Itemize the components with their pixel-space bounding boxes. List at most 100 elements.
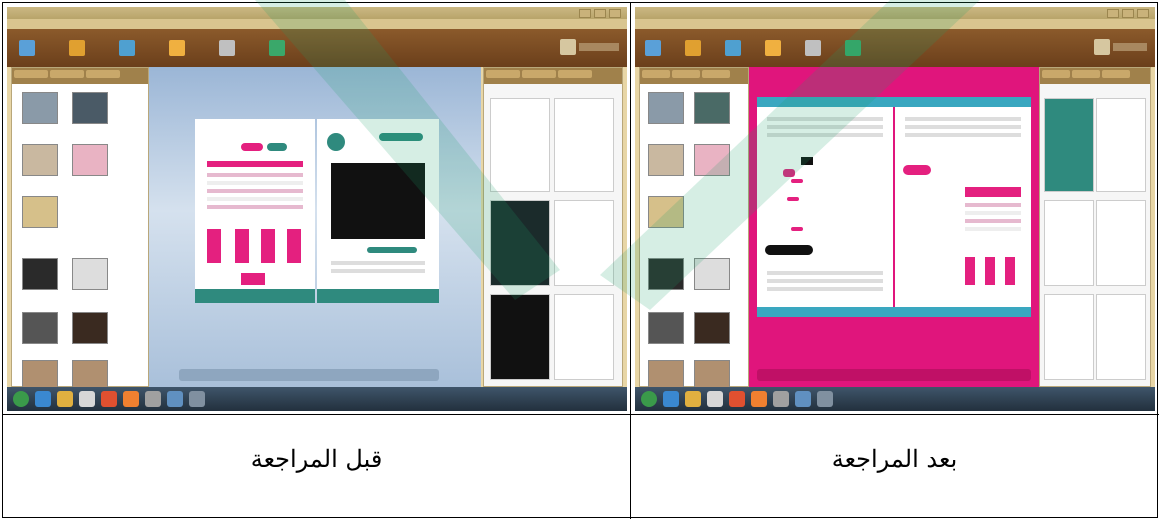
- toolbar: [7, 29, 627, 67]
- design-preview[interactable]: [1096, 200, 1146, 286]
- open-button[interactable]: [685, 39, 701, 57]
- design-panel: [1039, 67, 1151, 387]
- menu-bar[interactable]: [635, 19, 1155, 29]
- template-thumb[interactable]: [22, 312, 58, 344]
- design-preview[interactable]: [490, 200, 550, 286]
- preview-button[interactable]: [805, 39, 821, 57]
- screenshot-after: [635, 7, 1155, 411]
- folder-icon[interactable]: [685, 391, 701, 407]
- panel-tabs[interactable]: [12, 68, 148, 84]
- app-icon[interactable]: [189, 391, 205, 407]
- caption-after: بعد المراجعة: [631, 415, 1158, 518]
- folder-icon[interactable]: [57, 391, 73, 407]
- template-panel: [11, 67, 149, 392]
- template-thumb[interactable]: [22, 92, 58, 124]
- design-preview[interactable]: [1044, 200, 1094, 286]
- template-thumb[interactable]: [648, 92, 684, 124]
- book-canvas: [749, 67, 1039, 387]
- window-titlebar: [7, 7, 627, 19]
- app-icon[interactable]: [773, 391, 789, 407]
- template-thumb[interactable]: [72, 258, 108, 290]
- app-icon[interactable]: [817, 391, 833, 407]
- app-icon[interactable]: [145, 391, 161, 407]
- book-header-strip: [757, 97, 1031, 107]
- publish-icon: [1094, 39, 1110, 55]
- windows-taskbar: [7, 387, 627, 411]
- window-titlebar: [635, 7, 1155, 19]
- template-icon: [845, 40, 861, 56]
- browser-icon[interactable]: [35, 391, 51, 407]
- app-icon[interactable]: [79, 391, 95, 407]
- caption-before: قبل المراجعة: [3, 415, 630, 518]
- panel-tabs[interactable]: [640, 68, 748, 84]
- start-icon[interactable]: [13, 391, 29, 407]
- window-controls[interactable]: [579, 9, 621, 18]
- template-thumb[interactable]: [694, 258, 730, 290]
- windows-taskbar: [635, 387, 1155, 411]
- open-button[interactable]: [69, 39, 85, 57]
- design-preview[interactable]: [1044, 294, 1094, 380]
- template-thumb[interactable]: [648, 144, 684, 176]
- app-icon[interactable]: [795, 391, 811, 407]
- app-icon[interactable]: [167, 391, 183, 407]
- design-preview[interactable]: [554, 200, 614, 286]
- template-thumb[interactable]: [648, 258, 684, 290]
- design-preview[interactable]: [1096, 294, 1146, 380]
- app-icon[interactable]: [707, 391, 723, 407]
- save-button[interactable]: [119, 39, 135, 57]
- publish-button[interactable]: [1094, 39, 1147, 55]
- menu-bar[interactable]: [7, 19, 627, 29]
- template-thumb[interactable]: [694, 312, 730, 344]
- app-icon[interactable]: [123, 391, 139, 407]
- design-preview[interactable]: [1096, 98, 1146, 192]
- publish-button[interactable]: [560, 39, 619, 55]
- new-button[interactable]: [645, 39, 661, 57]
- template-thumb[interactable]: [694, 92, 730, 124]
- book-page-left: [195, 119, 315, 303]
- caption-after-text: بعد المراجعة: [831, 445, 958, 473]
- app-icon[interactable]: [729, 391, 745, 407]
- template-thumb[interactable]: [72, 92, 108, 124]
- template-thumb[interactable]: [22, 196, 58, 228]
- design-preview[interactable]: [554, 294, 614, 380]
- design-preview[interactable]: [490, 294, 550, 380]
- open-icon: [69, 40, 85, 56]
- design-preview[interactable]: [554, 98, 614, 192]
- caption-before-text: قبل المراجعة: [250, 445, 383, 473]
- open-icon: [685, 40, 701, 56]
- template-thumb[interactable]: [72, 144, 108, 176]
- template-thumb[interactable]: [22, 144, 58, 176]
- design-preview[interactable]: [490, 98, 550, 192]
- app-icon[interactable]: [101, 391, 117, 407]
- template-button[interactable]: [269, 39, 285, 57]
- template-thumb[interactable]: [22, 258, 58, 290]
- book-canvas: [149, 67, 481, 387]
- template-thumb[interactable]: [648, 312, 684, 344]
- template-icon: [269, 40, 285, 56]
- template-thumb[interactable]: [72, 312, 108, 344]
- design-preview[interactable]: [1044, 98, 1094, 192]
- app-icon[interactable]: [751, 391, 767, 407]
- book-navigation-bar[interactable]: [179, 369, 439, 381]
- comparison-table: قبل المراجعة بعد المراجعة: [2, 2, 1159, 519]
- template-button[interactable]: [845, 39, 861, 57]
- window-controls[interactable]: [1107, 9, 1149, 18]
- new-button[interactable]: [19, 39, 35, 57]
- preview-button[interactable]: [219, 39, 235, 57]
- book-page-right: [317, 119, 439, 303]
- book-navigation-bar[interactable]: [757, 369, 1031, 381]
- edit-pages-button[interactable]: [169, 39, 185, 57]
- template-thumb[interactable]: [694, 144, 730, 176]
- edit-pages-button[interactable]: [765, 39, 781, 57]
- design-tabs[interactable]: [1040, 68, 1150, 84]
- design-tabs[interactable]: [484, 68, 622, 84]
- browser-icon[interactable]: [663, 391, 679, 407]
- design-panel: [483, 67, 623, 387]
- save-icon: [725, 40, 741, 56]
- preview-icon: [219, 40, 235, 56]
- save-button[interactable]: [725, 39, 741, 57]
- start-icon[interactable]: [641, 391, 657, 407]
- book-footer-strip: [757, 307, 1031, 317]
- edit-icon: [169, 40, 185, 56]
- template-thumb[interactable]: [648, 196, 684, 228]
